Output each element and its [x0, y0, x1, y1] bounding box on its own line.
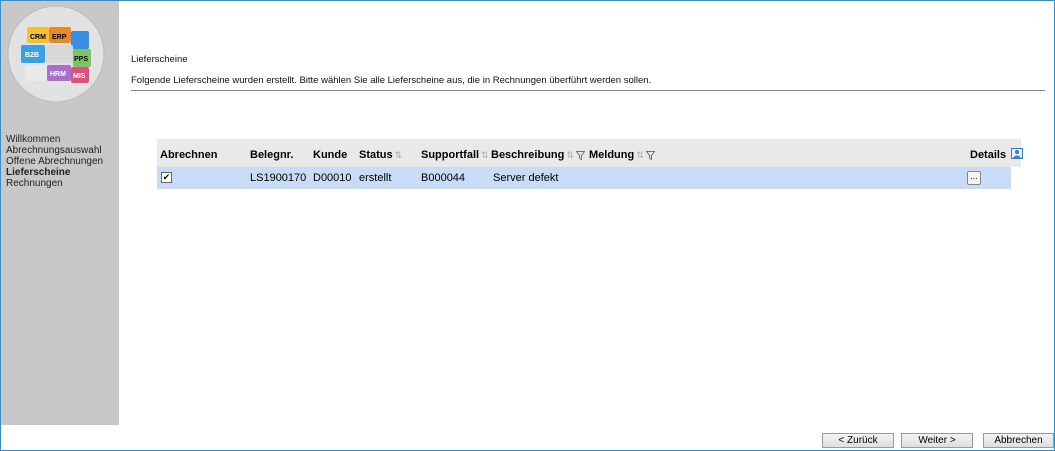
page-title: Lieferscheine: [131, 54, 188, 65]
sidebar-item-rechnungen[interactable]: Rechnungen: [6, 178, 103, 189]
divider: [131, 90, 1045, 91]
cell-belegnr: LS1900170: [250, 172, 307, 184]
column-header-kunde[interactable]: Kunde: [313, 149, 347, 161]
filter-icon[interactable]: [645, 150, 655, 160]
cell-supportfall: B000044: [421, 172, 466, 184]
table-row[interactable]: ✔ LS1900170 D00010 erstellt B000044 Serv…: [157, 167, 1011, 189]
details-button[interactable]: ...: [967, 171, 981, 185]
svg-text:B2B: B2B: [25, 52, 39, 59]
column-header-belegnr[interactable]: Belegnr.: [250, 149, 293, 161]
sidebar-nav: Willkommen Abrechnungsauswahl Offene Abr…: [6, 134, 103, 189]
column-header-meldung[interactable]: Meldung ⇅: [589, 149, 655, 161]
column-header-supportfall[interactable]: Supportfall ⇅: [421, 149, 489, 161]
sidebar-item-lieferscheine[interactable]: Lieferscheine: [6, 167, 103, 178]
sort-icon[interactable]: ⇅: [636, 150, 644, 161]
svg-text:MIS: MIS: [73, 73, 86, 80]
sidebar-item-abrechnungsauswahl[interactable]: Abrechnungsauswahl: [6, 145, 103, 156]
intro-text: Folgende Lieferscheine wurden erstellt. …: [131, 75, 652, 86]
cell-beschreibung: Server defekt: [493, 172, 559, 184]
column-header-status[interactable]: Status ⇅: [359, 149, 402, 161]
abrechnen-checkbox[interactable]: ✔: [161, 172, 172, 183]
sidebar-item-offene-abrechnungen[interactable]: Offene Abrechnungen: [6, 156, 103, 167]
filter-icon[interactable]: [575, 150, 585, 160]
back-button[interactable]: < Zurück: [822, 433, 894, 448]
svg-text:HRM: HRM: [50, 71, 66, 78]
column-header-abrechnen[interactable]: Abrechnen: [160, 149, 217, 161]
sidebar-item-willkommen[interactable]: Willkommen: [6, 134, 103, 145]
svg-text:ERP: ERP: [52, 34, 67, 41]
sort-icon[interactable]: ⇅: [395, 150, 403, 161]
next-button[interactable]: Weiter >: [901, 433, 973, 448]
column-header-details: Details: [970, 149, 1007, 161]
table-header: Abrechnen Belegnr. Kunde Status ⇅ Suppor…: [157, 139, 1023, 167]
column-header-beschreibung[interactable]: Beschreibung ⇅: [491, 149, 585, 161]
cancel-button[interactable]: Abbrechen: [983, 433, 1054, 448]
cell-status: erstellt: [359, 172, 392, 184]
puzzle-globe-logo: CRM ERP B2B PPS HRM MIS: [7, 5, 105, 103]
sort-icon[interactable]: ⇅: [566, 150, 574, 161]
sort-icon[interactable]: ⇅: [481, 150, 489, 161]
sidebar: CRM ERP B2B PPS HRM MIS Willkommen Abrec…: [1, 1, 119, 425]
svg-text:PPS: PPS: [74, 56, 88, 63]
svg-text:CRM: CRM: [30, 34, 46, 41]
window: [0, 0, 1055, 451]
column-settings-icon[interactable]: [1011, 148, 1023, 159]
cell-kunde: D00010: [313, 172, 352, 184]
lieferscheine-table: Abrechnen Belegnr. Kunde Status ⇅ Suppor…: [157, 139, 1023, 189]
